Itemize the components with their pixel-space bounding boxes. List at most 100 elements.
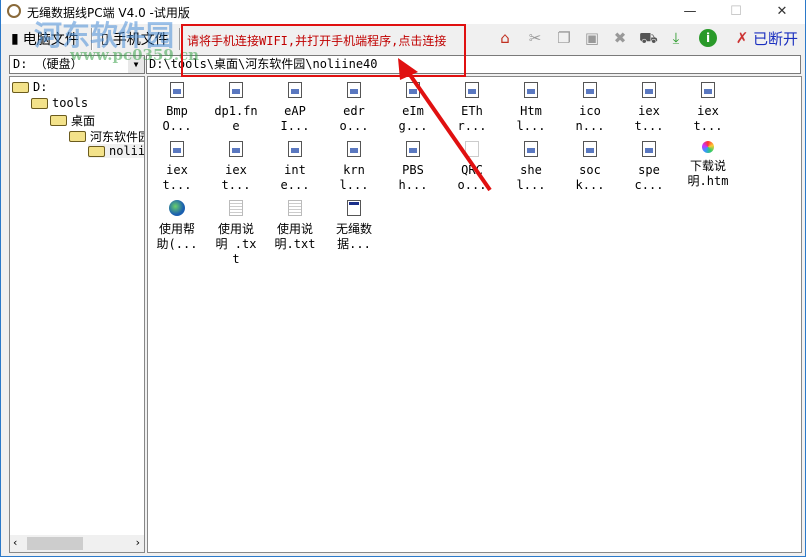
dll-file-icon bbox=[642, 141, 656, 157]
file-item[interactable]: EThr... bbox=[443, 82, 501, 134]
dll-file-icon bbox=[406, 82, 420, 98]
tree-node[interactable]: tools bbox=[31, 96, 88, 110]
scrollbar-thumb[interactable] bbox=[27, 537, 83, 550]
file-name: edro... bbox=[339, 104, 369, 133]
tree-node[interactable]: 河东软件园 bbox=[69, 128, 144, 145]
file-name: 使用说明.txt bbox=[274, 222, 316, 251]
connection-message: 请将手机连接WIFI,并打开手机端程序,点击连接 bbox=[187, 34, 447, 48]
title-bar: 无绳数据线PC端 V4.0 -试用版 — ☐ ✕ bbox=[1, 0, 805, 24]
tree-label: noliine40 bbox=[109, 144, 145, 158]
file-name: PBSh... bbox=[398, 163, 428, 192]
tree-node[interactable]: D: bbox=[12, 80, 47, 94]
file-item[interactable]: iext... bbox=[679, 82, 737, 134]
file-item[interactable]: edro... bbox=[325, 82, 383, 134]
file-item[interactable]: 使用帮助(... bbox=[148, 200, 206, 252]
file-item[interactable]: iext... bbox=[148, 141, 206, 193]
file-item[interactable]: dp1.fne bbox=[207, 82, 265, 134]
minimize-button[interactable]: — bbox=[667, 0, 713, 24]
dll-file-icon bbox=[701, 82, 715, 98]
tree-label: tools bbox=[52, 96, 89, 110]
file-name: sock... bbox=[575, 163, 605, 192]
divider bbox=[91, 28, 93, 50]
file-name: eAPI... bbox=[280, 104, 310, 133]
horizontal-scrollbar[interactable]: ‹ › bbox=[10, 535, 144, 552]
file-item[interactable]: eAPI... bbox=[266, 82, 324, 134]
drive-select[interactable]: D: （硬盘） ▼ bbox=[9, 55, 145, 74]
copy-icon[interactable]: ❐ bbox=[555, 29, 573, 47]
file-item[interactable]: spec... bbox=[620, 141, 678, 193]
file-item[interactable]: 使用说明 .txt bbox=[207, 200, 265, 267]
dll-file-icon bbox=[229, 82, 243, 98]
file-item[interactable]: Html... bbox=[502, 82, 560, 134]
dll-file-icon bbox=[229, 141, 243, 157]
file-item[interactable]: 下载说明.htm bbox=[679, 141, 737, 189]
home-icon[interactable]: ⌂ bbox=[496, 29, 514, 47]
file-item[interactable]: shel... bbox=[502, 141, 560, 193]
download-icon[interactable]: ⤓ bbox=[667, 29, 685, 47]
file-item[interactable]: krnl... bbox=[325, 141, 383, 193]
dll-file-icon bbox=[583, 141, 597, 157]
file-item[interactable]: icon... bbox=[561, 82, 619, 134]
path-input[interactable]: D:\tools\桌面\河东软件园\noliine40 bbox=[146, 55, 801, 74]
phone-icon: ▯ bbox=[101, 31, 109, 47]
divider bbox=[179, 28, 181, 50]
chevron-down-icon[interactable]: ▼ bbox=[128, 56, 144, 73]
htm-file-icon bbox=[702, 141, 714, 153]
file-name: iext... bbox=[634, 104, 664, 133]
file-item[interactable]: eImg... bbox=[384, 82, 442, 134]
folder-icon bbox=[50, 115, 67, 126]
file-name: iext... bbox=[221, 163, 251, 192]
file-item[interactable]: PBSh... bbox=[384, 141, 442, 193]
delete-icon[interactable]: ✖ bbox=[611, 29, 629, 47]
folder-tree: D: tools 桌面 河东软件园 noliine40 ‹ › bbox=[9, 76, 145, 553]
toolbar: ▮ 电脑文件 ▯ 手机文件 请将手机连接WIFI,并打开手机端程序,点击连接 ⌂ ✂… bbox=[1, 24, 805, 52]
file-name: Html... bbox=[516, 104, 546, 133]
connection-status[interactable]: 已断开 bbox=[753, 28, 798, 49]
file-item[interactable]: sock... bbox=[561, 141, 619, 193]
scroll-left-icon[interactable]: ‹ bbox=[13, 536, 17, 549]
info-icon[interactable]: i bbox=[699, 29, 717, 47]
tree-label: D: bbox=[33, 80, 48, 94]
file-name: BmpO... bbox=[162, 104, 192, 133]
file-item[interactable]: 无绳数据... bbox=[325, 200, 383, 252]
file-name: 无绳数据... bbox=[335, 222, 372, 251]
file-name: 使用说明 .txt bbox=[215, 222, 257, 266]
tab-pc-files[interactable]: ▮ 电脑文件 bbox=[11, 28, 79, 50]
tree-node[interactable]: 桌面 bbox=[50, 112, 95, 129]
dll-file-icon bbox=[642, 82, 656, 98]
tab-pc-label: 电脑文件 bbox=[22, 32, 79, 48]
file-name: iext... bbox=[693, 104, 723, 133]
dll-file-icon bbox=[347, 82, 361, 98]
folder-icon bbox=[31, 97, 48, 109]
file-name: 使用帮助(... bbox=[156, 222, 198, 251]
file-item[interactable]: QRCo... bbox=[443, 141, 501, 193]
dll-file-icon bbox=[170, 141, 184, 157]
maximize-button[interactable]: ☐ bbox=[713, 0, 759, 24]
tab-phone-files[interactable]: ▯ 手机文件 bbox=[101, 28, 169, 50]
globe-file-icon bbox=[169, 200, 185, 216]
scroll-right-icon[interactable]: › bbox=[136, 536, 140, 549]
file-item[interactable]: iext... bbox=[620, 82, 678, 134]
file-name: spec... bbox=[634, 163, 664, 192]
dll-file-icon bbox=[288, 82, 302, 98]
paste-icon[interactable]: ▣ bbox=[583, 29, 601, 47]
cut-icon[interactable]: ✂ bbox=[526, 29, 544, 47]
app-window: 无绳数据线PC端 V4.0 -试用版 — ☐ ✕ ▮ 电脑文件 ▯ 手机文件 请将手… bbox=[0, 0, 806, 557]
cart-icon[interactable]: ⛟ bbox=[639, 29, 658, 47]
close-button[interactable]: ✕ bbox=[759, 0, 805, 24]
file-name: icon... bbox=[575, 104, 605, 133]
dll-file-icon bbox=[524, 82, 538, 98]
file-item[interactable]: 使用说明.txt bbox=[266, 200, 324, 252]
file-item[interactable]: BmpO... bbox=[148, 82, 206, 134]
folder-icon bbox=[88, 145, 105, 157]
dll-file-icon bbox=[347, 141, 361, 157]
disconnected-icon: ✗ bbox=[735, 29, 749, 47]
file-item[interactable]: inte... bbox=[266, 141, 324, 193]
tree-node-selected[interactable]: noliine40 bbox=[88, 144, 145, 158]
file-item[interactable]: iext... bbox=[207, 141, 265, 193]
folder-icon bbox=[69, 131, 86, 142]
file-grid: BmpO... dp1.fne eAPI... edro... eImg... EThr.… bbox=[147, 76, 802, 553]
txt-file-icon bbox=[288, 200, 302, 216]
window-title: 无绳数据线PC端 V4.0 -试用版 bbox=[27, 6, 190, 20]
app-icon bbox=[7, 4, 21, 18]
